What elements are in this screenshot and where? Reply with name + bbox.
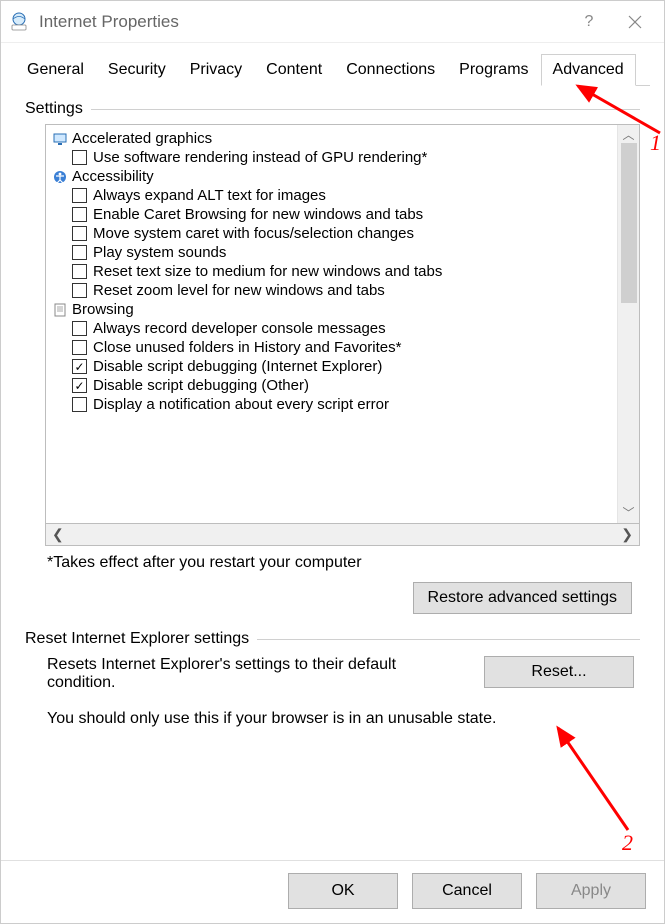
tab-advanced[interactable]: Advanced (541, 54, 636, 86)
settings-option[interactable]: Close unused folders in History and Favo… (52, 338, 617, 357)
tab-security[interactable]: Security (96, 54, 178, 86)
ok-button[interactable]: OK (288, 873, 398, 909)
settings-option[interactable]: Enable Caret Browsing for new windows an… (52, 205, 617, 224)
reset-group-text: Reset Internet Explorer settings (25, 630, 249, 648)
internet-options-icon (7, 10, 31, 34)
tab-privacy[interactable]: Privacy (178, 54, 254, 86)
checkbox[interactable] (72, 397, 87, 412)
checkbox[interactable] (72, 226, 87, 241)
settings-option[interactable]: Move system caret with focus/selection c… (52, 224, 617, 243)
vertical-scrollbar[interactable]: ︿ ﹀ (617, 125, 639, 523)
reset-button[interactable]: Reset... (484, 656, 634, 688)
option-label: Always record developer console messages (93, 320, 386, 337)
help-button[interactable]: ? (566, 6, 612, 38)
restore-advanced-button[interactable]: Restore advanced settings (413, 582, 632, 614)
settings-group-label: Settings (25, 100, 640, 118)
checkbox[interactable] (72, 340, 87, 355)
apply-button[interactable]: Apply (536, 873, 646, 909)
scroll-down-icon[interactable]: ﹀ (622, 507, 634, 519)
checkbox[interactable] (72, 321, 87, 336)
horizontal-scrollbar[interactable]: ❮ ❯ (45, 524, 640, 546)
checkbox[interactable] (72, 264, 87, 279)
settings-tree-content: Accelerated graphics Use software renderi… (46, 125, 617, 523)
titlebar: Internet Properties ? (1, 1, 664, 43)
settings-option[interactable]: Always record developer console messages (52, 319, 617, 338)
tab-content[interactable]: Content (254, 54, 334, 86)
window-title: Internet Properties (39, 12, 566, 32)
settings-option[interactable]: Reset zoom level for new windows and tab… (52, 281, 617, 300)
annotation-label-2: 2 (622, 830, 633, 856)
checkbox[interactable] (72, 188, 87, 203)
reset-group-label: Reset Internet Explorer settings (25, 630, 640, 648)
close-button[interactable] (612, 6, 658, 38)
settings-tree[interactable]: Accelerated graphics Use software renderi… (45, 124, 640, 524)
internet-properties-dialog: Internet Properties ? General Security P… (0, 0, 665, 924)
settings-group-text: Settings (25, 100, 83, 118)
scroll-right-icon[interactable]: ❯ (621, 526, 633, 543)
option-label: Always expand ALT text for images (93, 187, 326, 204)
checkbox[interactable] (72, 283, 87, 298)
page-icon (52, 302, 68, 318)
accessibility-icon (52, 169, 68, 185)
annotation-label-1: 1 (650, 130, 661, 156)
tab-general[interactable]: General (15, 54, 96, 86)
dialog-content: General Security Privacy Content Connect… (1, 43, 664, 860)
option-label: Play system sounds (93, 244, 226, 261)
settings-option[interactable]: Reset text size to medium for new window… (52, 262, 617, 281)
restart-footnote: *Takes effect after you restart your com… (47, 554, 640, 572)
scroll-thumb[interactable] (621, 143, 637, 303)
advanced-tab-body: Settings Accelerated graphics Use softwar… (15, 86, 650, 860)
dialog-button-row: OK Cancel Apply (1, 860, 664, 923)
option-label: Disable script debugging (Other) (93, 377, 309, 394)
settings-category: Accessibility (52, 167, 617, 186)
scroll-up-icon[interactable]: ︿ (622, 129, 634, 141)
divider (257, 639, 640, 640)
category-label: Browsing (72, 301, 134, 318)
option-label: Reset zoom level for new windows and tab… (93, 282, 385, 299)
settings-option[interactable]: ✓ Disable script debugging (Internet Expl… (52, 357, 617, 376)
option-label: Reset text size to medium for new window… (93, 263, 442, 280)
option-label: Display a notification about every scrip… (93, 396, 389, 413)
divider (91, 109, 640, 110)
option-label: Close unused folders in History and Favo… (93, 339, 401, 356)
tab-programs[interactable]: Programs (447, 54, 540, 86)
option-label: Use software rendering instead of GPU re… (93, 149, 427, 166)
settings-category: Browsing (52, 300, 617, 319)
category-label: Accessibility (72, 168, 154, 185)
monitor-icon (52, 131, 68, 147)
checkbox[interactable] (72, 207, 87, 222)
tab-connections[interactable]: Connections (334, 54, 447, 86)
category-label: Accelerated graphics (72, 130, 212, 147)
checkbox[interactable] (72, 245, 87, 260)
checkbox[interactable] (72, 150, 87, 165)
option-label: Move system caret with focus/selection c… (93, 225, 414, 242)
reset-description: Resets Internet Explorer's settings to t… (47, 656, 466, 692)
tab-strip: General Security Privacy Content Connect… (15, 53, 650, 86)
settings-option[interactable]: Use software rendering instead of GPU re… (52, 148, 617, 167)
checkbox[interactable]: ✓ (72, 359, 87, 374)
checkbox[interactable]: ✓ (72, 378, 87, 393)
scroll-left-icon[interactable]: ❮ (52, 526, 64, 543)
option-label: Disable script debugging (Internet Explo… (93, 358, 382, 375)
settings-option[interactable]: Always expand ALT text for images (52, 186, 617, 205)
settings-category: Accelerated graphics (52, 129, 617, 148)
reset-warning: You should only use this if your browser… (47, 710, 634, 728)
settings-option[interactable]: Play system sounds (52, 243, 617, 262)
option-label: Enable Caret Browsing for new windows an… (93, 206, 423, 223)
settings-option[interactable]: Display a notification about every scrip… (52, 395, 617, 414)
settings-option[interactable]: ✓ Disable script debugging (Other) (52, 376, 617, 395)
cancel-button[interactable]: Cancel (412, 873, 522, 909)
